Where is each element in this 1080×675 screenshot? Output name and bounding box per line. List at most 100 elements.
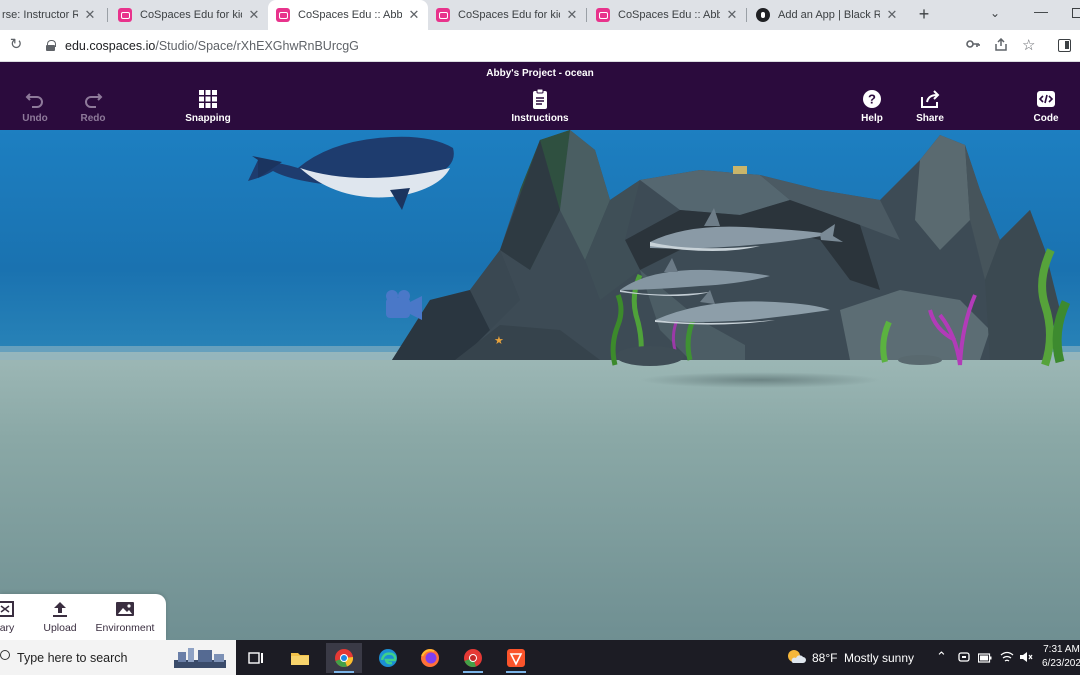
- volume-muted-icon[interactable]: [1019, 651, 1033, 666]
- side-panel-icon[interactable]: [1058, 39, 1071, 52]
- tab-separator: [586, 8, 587, 22]
- meet-now-icon[interactable]: [958, 651, 970, 666]
- bookmark-star-icon[interactable]: ☆: [1022, 36, 1035, 54]
- close-tab-icon[interactable]: ✕: [886, 7, 898, 23]
- firefox-icon[interactable]: [412, 643, 448, 673]
- clipboard-icon: [533, 88, 547, 109]
- clock-date: 6/23/202: [1042, 658, 1080, 669]
- scene-viewport[interactable]: ★: [0, 130, 1080, 640]
- chrome-app-icon[interactable]: [455, 643, 491, 673]
- browser-tab-active[interactable]: CoSpaces Edu :: Abby ✕: [268, 0, 428, 30]
- active-indicator: [463, 671, 483, 673]
- library-label: ary: [0, 622, 15, 634]
- chevron-up-icon[interactable]: ⌃: [936, 649, 947, 665]
- system-clock[interactable]: 7:31 AM 6/23/202: [1042, 643, 1080, 671]
- rock: [616, 346, 684, 366]
- help-icon: ?: [863, 90, 881, 108]
- tab-title: Add an App | Black Ro: [778, 9, 880, 21]
- weather-icon[interactable]: [786, 649, 806, 668]
- active-indicator: [334, 671, 354, 673]
- tab-separator: [746, 8, 747, 22]
- redo-button[interactable]: Redo: [63, 88, 123, 124]
- help-button[interactable]: ? Help: [842, 88, 902, 124]
- close-tab-icon[interactable]: ✕: [84, 7, 96, 23]
- undo-label: Undo: [22, 113, 48, 124]
- undo-button[interactable]: Undo: [5, 88, 65, 124]
- library-button[interactable]: ary: [0, 600, 22, 634]
- browser-tab[interactable]: CoSpaces Edu :: Abby ✕: [588, 0, 746, 30]
- key-icon[interactable]: [966, 38, 980, 53]
- windows-taskbar: Type here to search 88°F Mostly sunny ⌃ …: [0, 640, 1080, 675]
- close-tab-icon[interactable]: ✕: [726, 7, 738, 23]
- blackrocket-icon: [756, 8, 770, 22]
- search-highlight-image: [174, 648, 226, 668]
- svg-text:?: ?: [868, 92, 876, 107]
- lock-icon[interactable]: [46, 40, 56, 51]
- screen: rse: Instructor Res ✕ CoSpaces Edu for k…: [0, 0, 1080, 675]
- undo-icon: [25, 93, 43, 108]
- taskbar-search[interactable]: Type here to search: [0, 640, 236, 675]
- edge-icon[interactable]: [370, 643, 406, 673]
- instructions-button[interactable]: Instructions: [505, 88, 575, 124]
- redo-icon: [85, 93, 103, 108]
- browser-tab-strip: rse: Instructor Res ✕ CoSpaces Edu for k…: [0, 0, 1080, 30]
- landscape-icon: [116, 602, 134, 616]
- tab-search-chevron-icon[interactable]: ⌄: [990, 6, 1000, 20]
- upload-button[interactable]: Upload: [38, 600, 82, 634]
- url-host: edu.cospaces.io: [65, 39, 156, 53]
- clock-time: 7:31 AM: [1043, 644, 1080, 655]
- cospaces-icon: [118, 8, 132, 22]
- tab-title: CoSpaces Edu for kid:: [458, 9, 560, 21]
- starfish: ★: [494, 334, 504, 347]
- maximize-icon[interactable]: [1072, 8, 1080, 18]
- battery-icon[interactable]: [977, 652, 992, 666]
- address-bar[interactable]: edu.cospaces.io/Studio/Space/rXhEXGhwRnB…: [34, 33, 1044, 59]
- search-placeholder: Type here to search: [17, 651, 128, 665]
- weather-temp[interactable]: 88°F: [812, 651, 837, 665]
- close-tab-icon[interactable]: ✕: [408, 7, 420, 23]
- browser-tab[interactable]: rse: Instructor Res ✕: [0, 0, 104, 30]
- redo-label: Redo: [80, 113, 106, 124]
- tab-title: CoSpaces Edu for kid:: [140, 9, 242, 21]
- cospaces-header: Abby's Project - ocean Undo Redo Snappin…: [0, 62, 1080, 130]
- help-label: Help: [861, 113, 883, 124]
- close-tab-icon[interactable]: ✕: [248, 7, 260, 23]
- cospaces-icon: [436, 8, 450, 22]
- weather-text[interactable]: Mostly sunny: [844, 651, 914, 665]
- snapping-button[interactable]: Snapping: [178, 88, 238, 124]
- code-icon: [1037, 91, 1055, 107]
- environment-button[interactable]: Environment: [90, 600, 160, 634]
- browser-tab[interactable]: Add an App | Black Ro ✕: [748, 0, 906, 30]
- library-panel: ary Upload Environment: [0, 594, 166, 640]
- new-tab-button[interactable]: +: [914, 4, 934, 24]
- browser-tab[interactable]: CoSpaces Edu for kid: ✕: [428, 0, 586, 30]
- upload-icon: [53, 602, 67, 617]
- library-icon: [0, 601, 14, 617]
- task-view-icon[interactable]: [238, 643, 274, 673]
- code-button[interactable]: Code: [1016, 88, 1076, 124]
- chrome-taskbar-icon[interactable]: [326, 643, 362, 673]
- cospaces-icon: [596, 8, 610, 22]
- browser-tab[interactable]: CoSpaces Edu for kid: ✕: [110, 0, 268, 30]
- code-label: Code: [1033, 113, 1059, 124]
- rock: [898, 355, 942, 365]
- close-tab-icon[interactable]: ✕: [566, 7, 578, 23]
- url-path: /Studio/Space/rXhEXGhwRnBUrcgG: [155, 39, 359, 53]
- share-button[interactable]: Share: [900, 88, 960, 124]
- share-page-icon[interactable]: [994, 37, 1008, 54]
- chest: [733, 166, 747, 174]
- upload-label: Upload: [43, 622, 77, 634]
- cospaces-icon: [276, 8, 290, 22]
- wifi-icon[interactable]: [1000, 651, 1014, 666]
- ocean-scene: ★: [0, 130, 1080, 640]
- snapping-label: Snapping: [185, 113, 231, 124]
- brave-icon[interactable]: [498, 643, 534, 673]
- url-text[interactable]: edu.cospaces.io/Studio/Space/rXhEXGhwRnB…: [65, 39, 359, 53]
- instructions-label: Instructions: [511, 113, 569, 124]
- file-explorer-icon[interactable]: [282, 643, 318, 673]
- minimize-icon[interactable]: —: [1034, 3, 1048, 19]
- reload-icon[interactable]: ↻: [8, 37, 24, 53]
- environment-label: Environment: [95, 622, 155, 634]
- browser-toolbar: ↻ edu.cospaces.io/Studio/Space/rXhEXGhwR…: [0, 30, 1080, 62]
- tab-title: CoSpaces Edu :: Abby: [618, 9, 720, 21]
